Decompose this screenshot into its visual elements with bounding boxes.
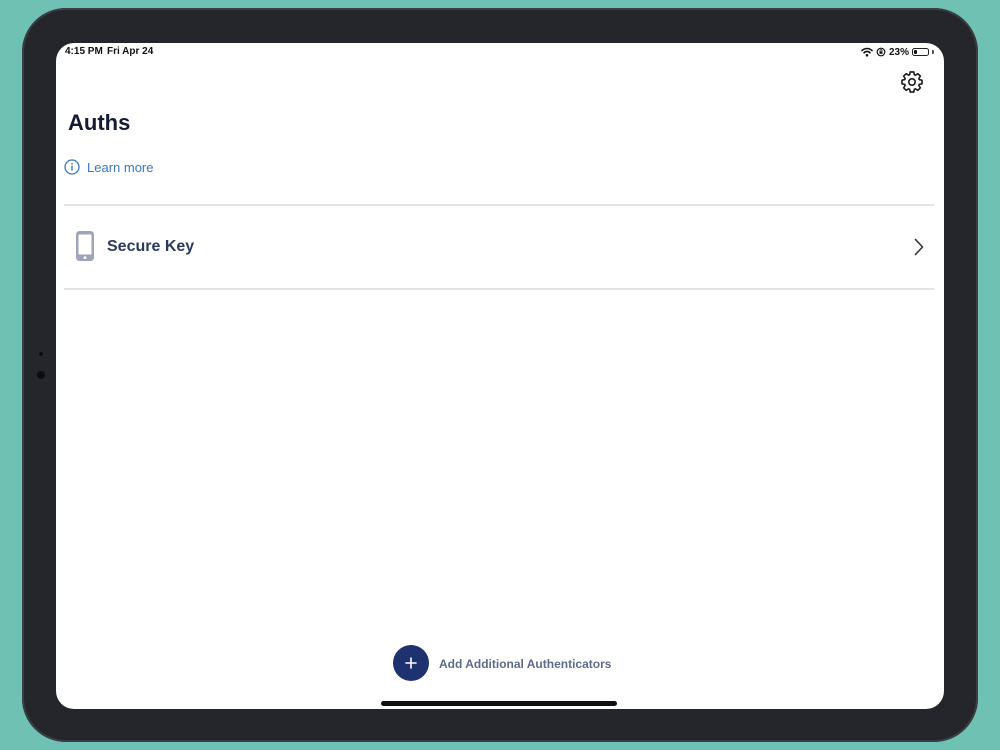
status-bar: 4:15 PM Fri Apr 24 23%: [56, 43, 944, 61]
page-title: Auths: [68, 110, 131, 135]
status-indicators: 23%: [861, 45, 934, 59]
battery-icon: [912, 48, 929, 56]
authenticator-label: Secure Key: [107, 238, 195, 255]
plus-icon: [405, 657, 417, 669]
camera-dot-small: [39, 352, 43, 356]
gear-icon: [901, 71, 923, 93]
camera-dot: [37, 371, 45, 379]
battery-percent: 23%: [888, 46, 909, 58]
battery-tip: [932, 50, 934, 54]
add-authenticators-label[interactable]: Add Additional Authenticators: [439, 657, 611, 671]
learn-more-link[interactable]: Learn more: [64, 159, 153, 175]
add-authenticator-button[interactable]: [393, 645, 429, 681]
battery-level-fill: [914, 50, 917, 54]
status-time: 4:15 PM: [65, 46, 103, 57]
mobile-phone-icon: [76, 231, 94, 261]
settings-button[interactable]: [900, 70, 924, 94]
home-indicator[interactable]: [381, 701, 617, 706]
orientation-lock-icon: [876, 47, 886, 57]
authenticator-row-secure-key[interactable]: Secure Key: [64, 206, 934, 290]
status-date: Fri Apr 24: [107, 46, 154, 57]
chevron-right-icon: [914, 238, 924, 256]
list-divider-bottom: [64, 288, 934, 290]
app-screen: 4:15 PM Fri Apr 24 23% Auths Learn more …: [56, 43, 944, 709]
learn-more-label: Learn more: [87, 159, 154, 175]
info-circle-icon: [64, 159, 80, 175]
wifi-icon: [861, 47, 873, 57]
